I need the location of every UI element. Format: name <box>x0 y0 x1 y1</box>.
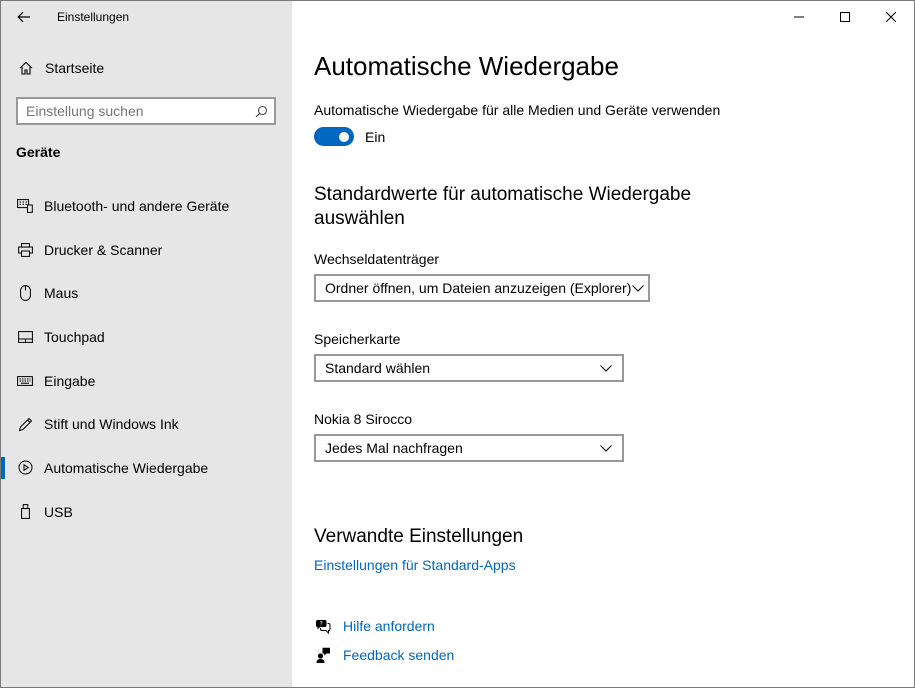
search-box[interactable] <box>16 97 276 125</box>
memory-card-value: Standard wählen <box>325 360 431 376</box>
keyboard-icon <box>16 375 34 386</box>
home-icon <box>17 61 35 75</box>
removable-drive-label: Wechseldatenträger <box>314 251 440 267</box>
removable-drive-value: Ordner öffnen, um Dateien anzuzeigen (Ex… <box>325 280 632 296</box>
sidebar-item-label: USB <box>44 503 73 520</box>
sidebar-item-label: Maus <box>44 285 79 302</box>
toggle-state-label: Ein <box>365 128 386 145</box>
get-help-link: Hilfe anfordern <box>343 618 435 634</box>
sidebar-item-label: Automatische Wiedergabe <box>44 459 209 476</box>
close-icon <box>886 12 896 22</box>
close-button[interactable] <box>868 1 914 33</box>
touchpad-icon <box>16 331 34 343</box>
printer-icon <box>16 242 34 257</box>
autoplay-toggle-description: Automatische Wiedergabe für alle Medien … <box>314 102 721 118</box>
device-value: Jedes Mal nachfragen <box>325 440 463 456</box>
maximize-button[interactable] <box>822 1 868 33</box>
nav-home-label: Startseite <box>45 60 105 76</box>
sidebar-item-label: Eingabe <box>44 372 96 389</box>
main-content: Automatische Wiedergabe Automatische Wie… <box>292 1 914 687</box>
defaults-heading: Standardwerte für automatische Wiedergab… <box>314 184 692 229</box>
default-apps-link[interactable]: Einstellungen für Standard-Apps <box>314 557 516 573</box>
sidebar-item-label: Drucker & Scanner <box>44 241 163 258</box>
get-help-row[interactable]: ? Hilfe anfordern <box>314 618 435 634</box>
chevron-down-icon <box>631 284 644 292</box>
bluetooth-devices-icon <box>16 198 34 213</box>
feedback-icon <box>314 647 332 663</box>
sidebar-item-usb[interactable]: USB <box>1 490 292 534</box>
related-settings-heading: Verwandte Einstellungen <box>314 526 524 547</box>
toggle-knob <box>339 131 349 142</box>
sidebar-item-bluetooth[interactable]: Bluetooth- und andere Geräte <box>1 184 292 228</box>
help-chat-icon: ? <box>314 619 332 634</box>
sidebar: Einstellungen Startseite Geräte <box>1 1 292 687</box>
sidebar-item-label: Bluetooth- und andere Geräte <box>44 197 230 214</box>
titlebar: Einstellungen <box>1 1 292 33</box>
usb-icon <box>16 504 34 520</box>
maximize-icon <box>840 12 850 22</box>
settings-window: Einstellungen Startseite Geräte <box>0 0 915 688</box>
pen-icon <box>16 417 34 432</box>
search-icon[interactable] <box>248 105 274 118</box>
svg-text:?: ? <box>320 620 323 627</box>
chevron-down-icon <box>594 364 618 372</box>
chevron-down-icon <box>594 444 618 452</box>
sidebar-item-mouse[interactable]: Maus <box>1 271 292 315</box>
section-heading: Geräte <box>16 144 61 160</box>
back-button[interactable] <box>1 1 47 33</box>
mouse-icon <box>16 285 34 302</box>
sidebar-item-printers[interactable]: Drucker & Scanner <box>1 228 292 272</box>
sidebar-item-autoplay[interactable]: Automatische Wiedergabe <box>1 446 292 490</box>
nav-home[interactable]: Startseite <box>1 51 292 85</box>
device-dropdown[interactable]: Jedes Mal nachfragen <box>314 434 624 462</box>
minimize-icon <box>794 16 804 18</box>
minimize-button[interactable] <box>776 1 822 33</box>
device-label: Nokia 8 Sirocco <box>314 411 413 427</box>
autoplay-toggle-row: Ein <box>314 127 385 146</box>
sidebar-item-label: Touchpad <box>44 328 105 345</box>
back-arrow-icon <box>17 11 30 23</box>
feedback-row[interactable]: Feedback senden <box>314 647 454 663</box>
nav-list: Bluetooth- und andere Geräte Drucker & S… <box>1 184 292 534</box>
app-title: Einstellungen <box>57 10 130 24</box>
sidebar-item-label: Stift und Windows Ink <box>44 416 179 433</box>
removable-drive-dropdown[interactable]: Ordner öffnen, um Dateien anzuzeigen (Ex… <box>314 274 650 302</box>
memory-card-dropdown[interactable]: Standard wählen <box>314 354 624 382</box>
feedback-link: Feedback senden <box>343 647 455 663</box>
caption-buttons <box>776 1 914 33</box>
memory-card-label: Speicherkarte <box>314 331 401 347</box>
autoplay-icon <box>16 460 34 475</box>
autoplay-toggle[interactable] <box>314 127 354 146</box>
sidebar-item-touchpad[interactable]: Touchpad <box>1 315 292 359</box>
sidebar-item-pen[interactable]: Stift und Windows Ink <box>1 402 292 446</box>
sidebar-item-input[interactable]: Eingabe <box>1 359 292 403</box>
search-input[interactable] <box>18 102 248 120</box>
page-title: Automatische Wiedergabe <box>314 51 619 81</box>
